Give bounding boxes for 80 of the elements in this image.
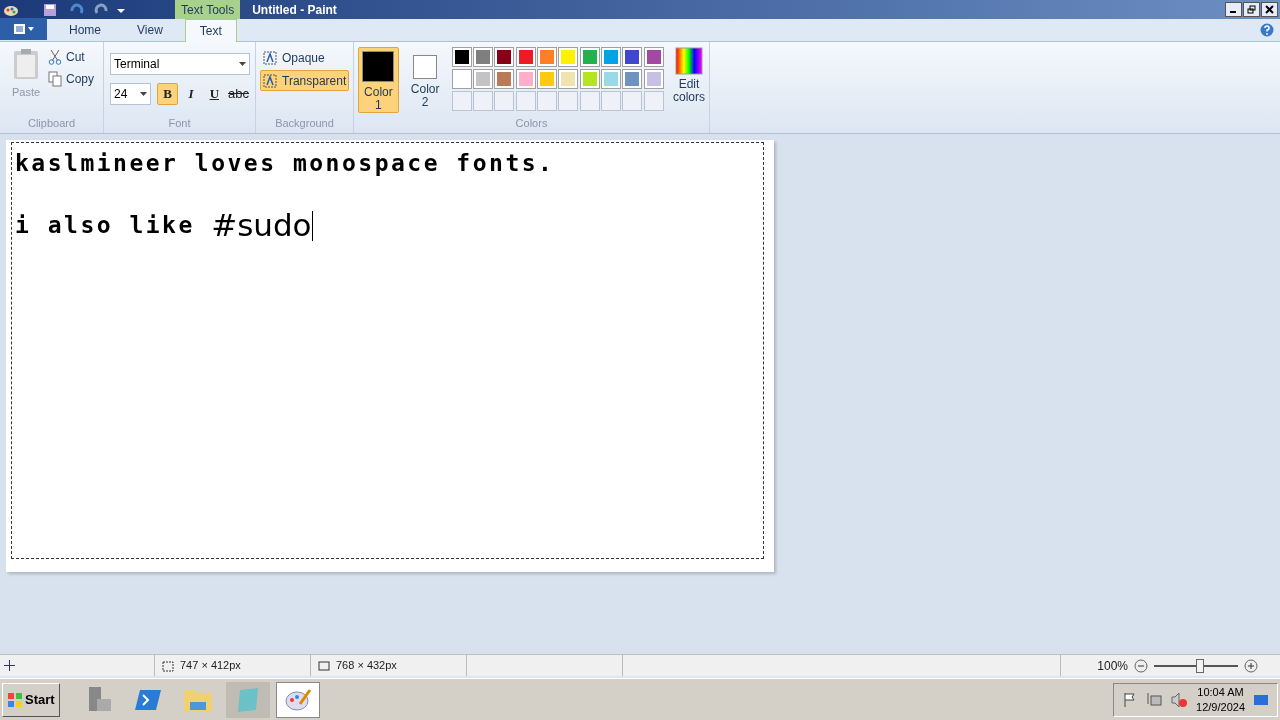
color-swatch[interactable]	[515, 69, 536, 89]
selection-size: 747 × 412px	[180, 658, 241, 674]
clock-date: 12/9/2024	[1196, 699, 1245, 715]
background-option[interactable]: Opaque	[260, 47, 328, 68]
edit-colors-button[interactable]: Edit colors	[673, 47, 705, 115]
ribbon-tab[interactable]: Home	[55, 19, 115, 41]
strike-button[interactable]: abc	[227, 83, 249, 105]
move-cursor-icon	[4, 660, 15, 671]
ribbon-tab[interactable]: View	[123, 19, 177, 41]
menu-icon	[12, 24, 35, 34]
network-icon[interactable]	[1146, 691, 1163, 708]
color-spectrum-icon	[675, 47, 703, 75]
start-button[interactable]: Start	[2, 682, 60, 717]
color-slot-button[interactable]: Color 1	[358, 47, 399, 113]
window-title: Untitled - Paint	[252, 1, 337, 19]
text-frame-icon	[263, 50, 279, 65]
zoom-level: 100%	[1097, 657, 1128, 675]
color-swatch[interactable]	[579, 47, 600, 67]
color-swatch[interactable]	[494, 69, 515, 89]
color-swatch[interactable]	[536, 69, 557, 89]
muted-speaker-icon[interactable]	[1170, 691, 1189, 708]
background-option[interactable]: Transparent	[260, 70, 350, 91]
help-icon[interactable]	[1260, 23, 1274, 37]
caret-icon	[239, 62, 246, 66]
color-swatch[interactable]	[600, 47, 621, 67]
minimize-button[interactable]	[1225, 2, 1242, 17]
close-button[interactable]	[1261, 2, 1278, 17]
text-frame-icon	[263, 73, 279, 88]
color-swatch[interactable]	[472, 69, 493, 89]
color-swatch[interactable]	[451, 47, 472, 67]
font-size-dropdown[interactable]: 24	[110, 83, 151, 105]
italic-button[interactable]: I	[180, 83, 202, 105]
zoom-out-icon[interactable]	[1134, 658, 1148, 673]
group-label: Clipboard	[26, 115, 77, 131]
group-label: Background	[274, 115, 335, 131]
group-label: Font	[167, 115, 192, 131]
color-swatch[interactable]	[579, 69, 600, 89]
copy-button[interactable]: Copy	[48, 70, 94, 88]
clock-time: 10:04 AM	[1197, 684, 1244, 700]
color-slot-button[interactable]: Color 2	[404, 47, 446, 113]
restore-button[interactable]	[1243, 2, 1260, 17]
zoom-slider[interactable]	[1154, 657, 1238, 674]
selection-icon	[161, 659, 174, 672]
slider-thumb[interactable]	[1196, 658, 1205, 673]
color-swatch[interactable]	[451, 69, 472, 89]
color-swatch[interactable]	[515, 47, 536, 67]
copy-icon	[48, 71, 62, 87]
color-swatch[interactable]	[558, 69, 579, 89]
color-swatch[interactable]	[536, 47, 557, 67]
underline-button[interactable]: U	[203, 83, 225, 105]
close-icon	[1265, 5, 1274, 14]
color-swatch[interactable]	[494, 47, 515, 67]
save-icon[interactable]	[43, 2, 57, 17]
canvas-text: kaslmineer loves monospace fonts.	[15, 149, 555, 178]
color-swatch[interactable]	[622, 47, 643, 67]
zoom-in-icon[interactable]	[1244, 658, 1258, 673]
caret-icon	[139, 92, 147, 96]
color-swatch[interactable]	[643, 69, 664, 89]
canvas-text: i also like	[15, 211, 196, 240]
context-tab-label: Text Tools	[175, 0, 241, 19]
group-label: Colors	[514, 115, 549, 131]
canvas-size-icon	[317, 659, 330, 672]
canvas-text: #sudo	[211, 207, 312, 243]
clipboard-icon	[13, 48, 39, 80]
restore-icon	[1247, 5, 1256, 14]
canvas-size: 768 × 432px	[336, 658, 397, 674]
cut-button[interactable]: Cut	[48, 48, 94, 66]
ribbon-tab[interactable]: Text	[184, 19, 237, 42]
bold-button[interactable]: B	[156, 83, 179, 105]
color-swatch[interactable]	[558, 47, 579, 67]
taskbar-app[interactable]	[275, 681, 320, 718]
app-menu-button[interactable]	[0, 18, 47, 40]
color-swatch[interactable]	[643, 47, 664, 67]
show-desktop-icon[interactable]	[1253, 692, 1269, 707]
font-family-dropdown[interactable]: Terminal	[110, 53, 250, 75]
windows-logo-icon	[7, 691, 23, 708]
color-swatch[interactable]	[472, 47, 493, 67]
color-swatch[interactable]	[600, 69, 621, 89]
color-swatch[interactable]	[622, 69, 643, 89]
scissors-icon	[48, 49, 62, 65]
